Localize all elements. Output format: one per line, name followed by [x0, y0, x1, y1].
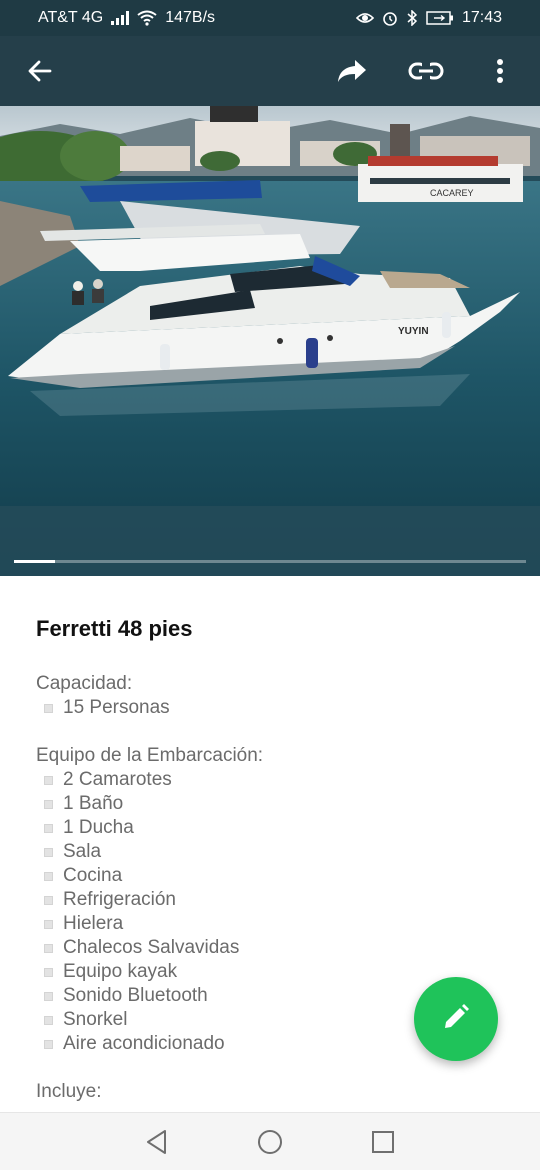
battery-icon	[426, 11, 454, 25]
bullet-icon	[44, 847, 53, 857]
includes-label: Incluye:	[36, 1081, 102, 1102]
list-item-text: Snorkel	[63, 1009, 128, 1030]
network-speed: 147B/s	[165, 9, 216, 26]
nav-back-icon[interactable]	[133, 1118, 181, 1166]
listing-title: Ferretti 48 pies	[36, 616, 193, 641]
arrow-left-icon[interactable]	[18, 49, 62, 93]
list-item: 15 Personas	[36, 696, 504, 720]
signal-icon	[111, 11, 130, 25]
list-item: Sala	[36, 840, 504, 864]
bullet-icon	[44, 991, 53, 1001]
eye-icon	[355, 11, 374, 25]
list-item-text: Chalecos Salvavidas	[63, 937, 240, 958]
bullet-icon	[44, 919, 53, 929]
media-toolbar	[0, 36, 540, 106]
bullet-icon	[44, 943, 53, 953]
status-left: AT&T 4G 147B/s	[38, 9, 215, 27]
list-item-text: Cocina	[63, 865, 123, 886]
nav-recents-icon[interactable]	[359, 1118, 407, 1166]
nav-home-icon[interactable]	[246, 1118, 294, 1166]
bullet-icon	[44, 967, 53, 977]
ferry-name: CACAREY	[430, 188, 474, 198]
bullet-icon	[44, 1015, 53, 1025]
hull-name: YUYIN	[398, 326, 429, 337]
clock-time: 17:43	[461, 9, 502, 26]
system-nav-bar	[0, 1112, 540, 1170]
list-item-text: 15 Personas	[63, 697, 170, 718]
list-item: 1 Baño	[36, 792, 504, 816]
capacity-section: Capacidad: 15 Personas	[36, 672, 504, 720]
boat-photo-illustration: CACAREY YUYIN	[0, 106, 540, 576]
list-item-text: Sonido Bluetooth	[63, 985, 208, 1006]
alarm-icon	[382, 10, 398, 26]
list-item-text: 1 Baño	[63, 793, 124, 814]
list-item-text: Refrigeración	[63, 889, 176, 910]
forward-icon[interactable]	[330, 49, 374, 93]
list-item-text: 1 Ducha	[63, 817, 134, 838]
list-item: Equipo kayak	[36, 960, 504, 984]
bluetooth-icon	[406, 10, 418, 26]
list-item: 1 Ducha	[36, 816, 504, 840]
list-item-text: Equipo kayak	[63, 961, 178, 982]
wifi-icon	[137, 10, 157, 26]
bullet-icon	[44, 775, 53, 785]
bullet-icon	[44, 703, 53, 713]
pencil-icon	[441, 1002, 471, 1037]
toolbar-actions	[330, 49, 522, 93]
list-item-text: Sala	[63, 841, 102, 862]
link-icon[interactable]	[404, 49, 448, 93]
media-progress-fill	[14, 560, 55, 563]
list-item-text: Hielera	[63, 913, 124, 934]
capacity-label: Capacidad:	[36, 673, 133, 694]
equipment-label: Equipo de la Embarcación:	[36, 745, 264, 766]
bullet-icon	[44, 1039, 53, 1049]
list-item: Refrigeración	[36, 888, 504, 912]
edit-fab-button[interactable]	[414, 977, 498, 1061]
capacity-list: 15 Personas	[36, 696, 504, 720]
media-progress-track[interactable]	[14, 560, 526, 563]
bullet-icon	[44, 895, 53, 905]
more-vert-icon[interactable]	[478, 49, 522, 93]
list-item: Hielera	[36, 912, 504, 936]
status-bar: AT&T 4G 147B/s 17:43	[0, 0, 540, 36]
carrier-label: AT&T 4G	[38, 9, 104, 26]
boat-photo[interactable]: CACAREY YUYIN	[0, 106, 540, 576]
bullet-icon	[44, 823, 53, 833]
includes-section: Incluye:	[36, 1080, 504, 1104]
bullet-icon	[44, 871, 53, 881]
list-item: Cocina	[36, 864, 504, 888]
list-item-text: Aire acondicionado	[63, 1033, 225, 1054]
list-item: 2 Camarotes	[36, 768, 504, 792]
list-item-text: 2 Camarotes	[63, 769, 172, 790]
status-right: 17:43	[355, 9, 502, 27]
list-item: Chalecos Salvavidas	[36, 936, 504, 960]
bullet-icon	[44, 799, 53, 809]
